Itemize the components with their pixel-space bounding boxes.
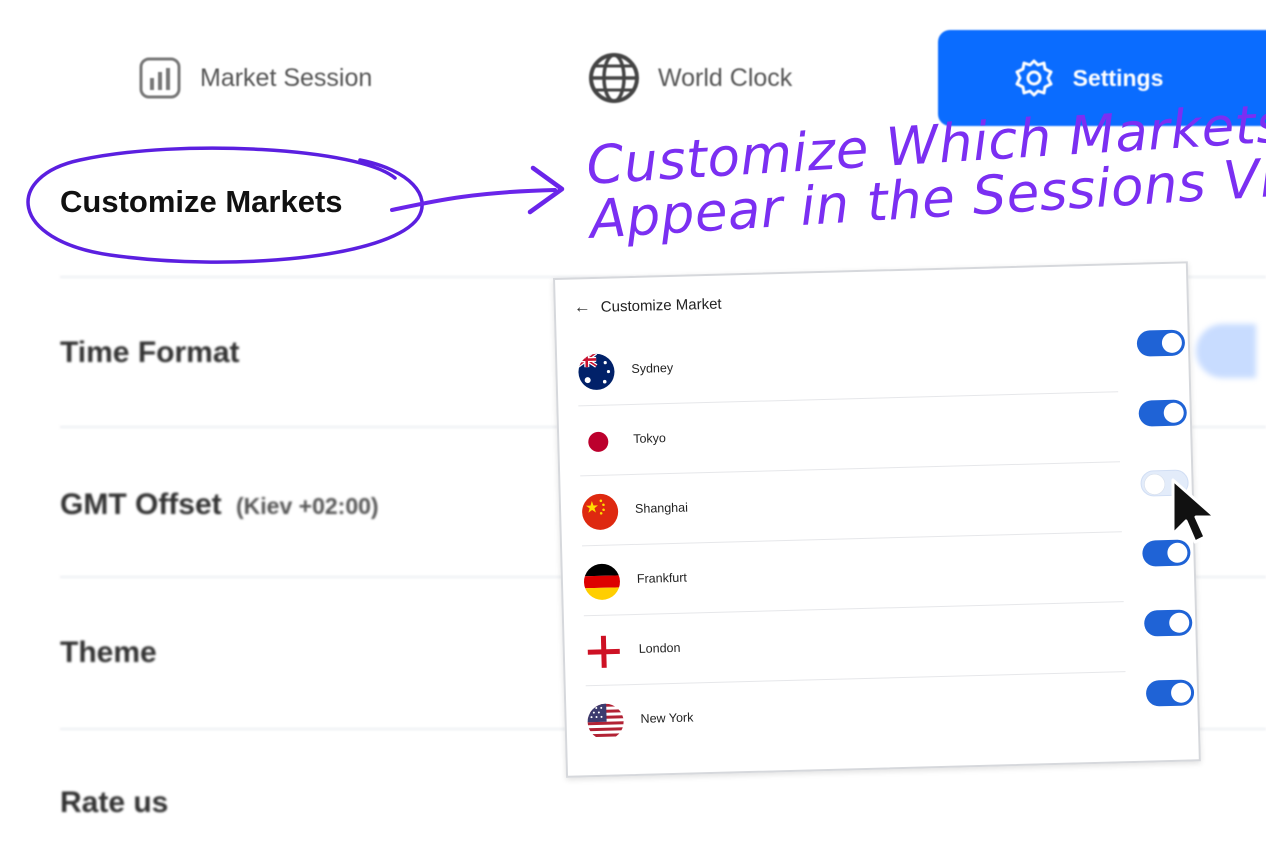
sydney-toggle[interactable] <box>1136 329 1186 357</box>
customize-markets-item[interactable]: Customize Markets <box>60 184 343 220</box>
market-name: Frankfurt <box>636 570 688 586</box>
panel-header: ← Customize Market <box>574 294 722 318</box>
toggle-knob <box>1170 682 1192 703</box>
mouse-cursor-icon <box>1171 478 1217 544</box>
market-name: New York <box>640 710 694 726</box>
globe-icon <box>588 52 640 104</box>
customize-markets-label: Customize Markets <box>60 184 343 219</box>
tab-market-session[interactable]: Market Session <box>138 30 372 126</box>
toggle-knob <box>1144 474 1165 495</box>
england-flag-icon <box>584 632 623 671</box>
new-york-toggle[interactable] <box>1145 679 1195 707</box>
gmt-offset-item[interactable]: GMT Offset (Kiev +02:00) <box>60 488 379 522</box>
china-flag-icon <box>581 492 620 531</box>
australia-flag-icon <box>577 352 616 391</box>
market-name: Sydney <box>631 360 674 376</box>
customize-market-panel: ← Customize Market Sydney Tokyo Shanghai… <box>553 261 1201 778</box>
time-format-item[interactable]: Time Format <box>60 336 240 370</box>
market-row-new-york: New York <box>586 672 1195 758</box>
market-name: London <box>638 640 681 656</box>
market-name: Tokyo <box>633 431 667 446</box>
theme-label: Theme <box>60 636 157 669</box>
tab-label: World Clock <box>658 63 793 92</box>
tab-label: Market Session <box>200 63 373 92</box>
rate-us-label: Rate us <box>60 786 169 819</box>
gmt-offset-label: GMT Offset <box>60 488 222 521</box>
toggle-knob <box>1168 612 1190 633</box>
japan-flag-icon <box>579 422 618 461</box>
rate-us-item[interactable]: Rate us <box>60 786 168 820</box>
gmt-offset-value: (Kiev +02:00) <box>236 493 379 519</box>
toggle-knob <box>1163 402 1184 424</box>
time-format-label: Time Format <box>60 336 240 369</box>
toggle-knob <box>1161 332 1183 354</box>
gear-icon <box>1013 57 1055 99</box>
chart-icon <box>138 56 182 100</box>
market-name: Shanghai <box>634 500 689 516</box>
tab-world-clock[interactable]: World Clock <box>588 30 792 126</box>
germany-flag-icon <box>582 562 621 601</box>
london-toggle[interactable] <box>1143 609 1193 637</box>
usa-flag-icon <box>586 702 625 741</box>
tokyo-toggle[interactable] <box>1138 399 1188 427</box>
panel-title: Customize Market <box>600 295 722 316</box>
theme-item[interactable]: Theme <box>60 636 157 670</box>
tab-label: Settings <box>1072 64 1164 91</box>
time-format-toggle[interactable] <box>1196 324 1256 378</box>
back-arrow-icon[interactable]: ← <box>574 297 592 317</box>
